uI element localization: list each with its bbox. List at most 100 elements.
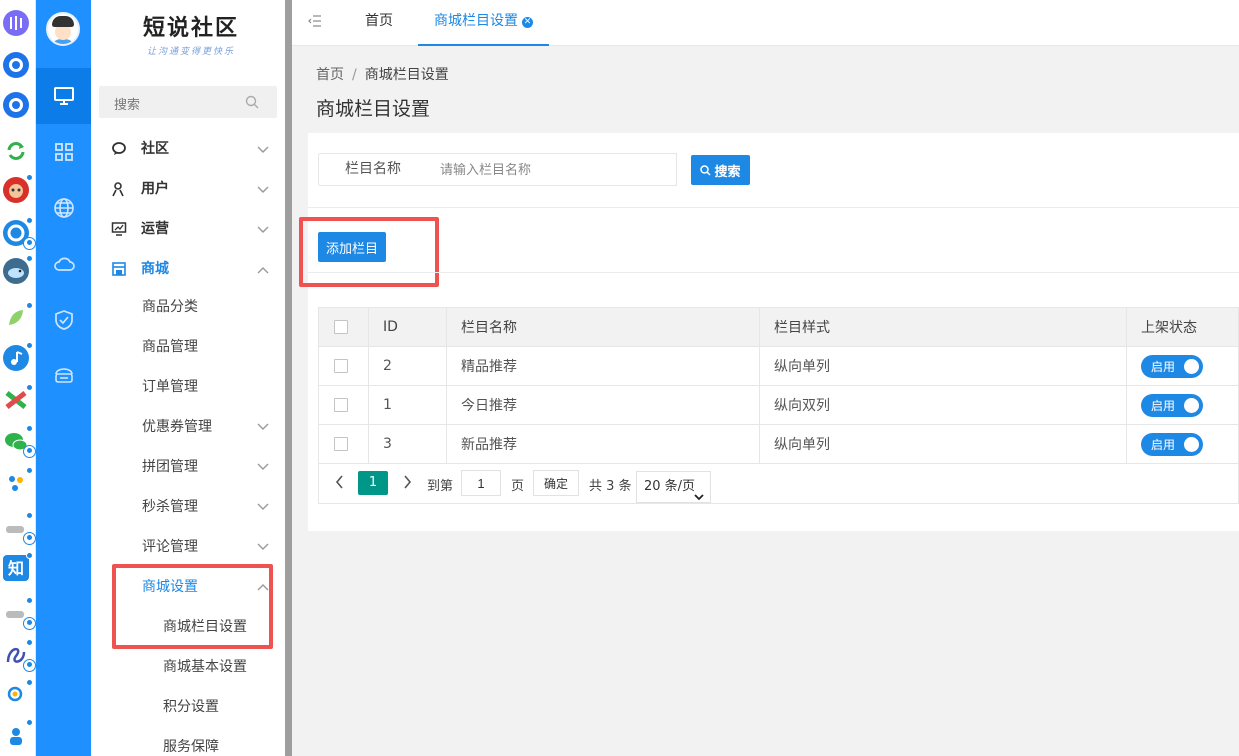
sidebar-subitem-label: 秒杀管理 bbox=[142, 499, 198, 515]
sidebar-item-label: 用户 bbox=[141, 181, 169, 197]
monkey-app-icon[interactable] bbox=[3, 174, 33, 203]
column-name-input[interactable] bbox=[427, 153, 677, 186]
wechat-app-icon[interactable] bbox=[3, 425, 36, 458]
ribbon-app-icon[interactable] bbox=[3, 639, 36, 672]
search-button[interactable]: 搜索 bbox=[691, 155, 750, 185]
chevron-down-icon bbox=[257, 539, 269, 555]
tools-app-icon[interactable] bbox=[3, 384, 33, 413]
sidebar-subitem-points-settings[interactable]: 积分设置 bbox=[91, 685, 285, 725]
sidebar-subitem-orders[interactable]: 订单管理 bbox=[91, 365, 285, 405]
header-status[interactable]: 上架状态 bbox=[1126, 307, 1239, 347]
header-style[interactable]: 栏目样式 bbox=[759, 307, 1127, 347]
sidebar-subitem-shop-basic-settings[interactable]: 商城基本设置 bbox=[91, 645, 285, 685]
cell-name: 精品推荐 bbox=[446, 346, 760, 386]
rail-cloud[interactable] bbox=[36, 236, 91, 292]
row-select-cell bbox=[318, 424, 369, 464]
car-app-icon[interactable] bbox=[3, 512, 36, 545]
app-dock: 知 bbox=[0, 0, 36, 756]
sidebar-subitem-group-buy[interactable]: 拼团管理 bbox=[91, 445, 285, 485]
rail-web[interactable] bbox=[36, 180, 91, 236]
sidebar-search[interactable]: 搜索 bbox=[99, 86, 277, 118]
collapse-menu-icon[interactable] bbox=[308, 15, 322, 31]
page-size-select[interactable]: 20 条/页 bbox=[636, 471, 711, 503]
toggle-knob bbox=[1184, 397, 1199, 413]
sidebar-subitem-label: 优惠券管理 bbox=[142, 419, 212, 435]
bird-app-icon[interactable] bbox=[3, 255, 33, 284]
row-checkbox[interactable] bbox=[334, 359, 348, 373]
sidebar-subitem-service-guarantee[interactable]: 服务保障 bbox=[91, 725, 285, 756]
leaf-app-icon[interactable] bbox=[3, 302, 33, 331]
chevron-down-icon bbox=[257, 182, 269, 198]
avatar[interactable] bbox=[46, 12, 80, 46]
breadcrumb-separator: / bbox=[352, 67, 357, 83]
equalizer-app-icon[interactable] bbox=[3, 10, 29, 36]
header-name[interactable]: 栏目名称 bbox=[446, 307, 760, 347]
rail-security[interactable] bbox=[36, 292, 91, 348]
tab-shop-column-settings[interactable]: 商城栏目设置 ✕ bbox=[418, 0, 549, 46]
sidebar-scrollbar[interactable] bbox=[285, 0, 292, 756]
sidebar-subitem-flash-sale[interactable]: 秒杀管理 bbox=[91, 485, 285, 525]
dots-app-icon[interactable] bbox=[3, 467, 33, 496]
toggle-knob bbox=[1184, 436, 1199, 452]
browser-app-icon[interactable] bbox=[3, 92, 29, 118]
sidebar-subitem-label: 积分设置 bbox=[163, 699, 219, 715]
select-all-checkbox[interactable] bbox=[334, 320, 348, 334]
sidebar-subitem-label: 评论管理 bbox=[142, 539, 198, 555]
search-icon bbox=[700, 164, 712, 176]
row-checkbox[interactable] bbox=[334, 437, 348, 451]
sidebar-item-label: 运营 bbox=[141, 221, 169, 237]
sidebar-item-community[interactable]: 社区 bbox=[91, 128, 285, 168]
status-toggle-label: 启用 bbox=[1151, 359, 1176, 374]
sidebar-search-placeholder: 搜索 bbox=[114, 98, 141, 113]
logo[interactable]: 短说社区 让沟通变得更快乐 bbox=[131, 10, 251, 57]
search-app-icon[interactable] bbox=[3, 679, 33, 708]
status-toggle[interactable]: 启用 bbox=[1141, 393, 1203, 417]
zhihu-app-icon[interactable]: 知 bbox=[3, 552, 33, 581]
cloud-icon bbox=[53, 257, 75, 271]
close-icon[interactable]: ✕ bbox=[522, 17, 533, 28]
content-card: 栏目名称 搜索 添加栏目 ID 栏目名称 栏目样式 上架状态 bbox=[299, 133, 1239, 531]
rail-apps[interactable] bbox=[36, 124, 91, 180]
monitor-icon bbox=[53, 87, 74, 105]
browser-app-icon[interactable] bbox=[3, 52, 29, 78]
tab-bar: 首页 商城栏目设置 ✕ bbox=[292, 0, 1239, 46]
current-page[interactable]: 1 bbox=[358, 471, 388, 495]
breadcrumb-home[interactable]: 首页 bbox=[316, 67, 344, 83]
header-id[interactable]: ID bbox=[368, 307, 447, 347]
cell-id: 1 bbox=[368, 385, 447, 425]
sidebar-subitem-coupons[interactable]: 优惠券管理 bbox=[91, 405, 285, 445]
cell-style: 纵向双列 bbox=[759, 385, 1127, 425]
status-toggle[interactable]: 启用 bbox=[1141, 354, 1203, 378]
main-content: 首页 商城栏目设置 ✕ 首页 / 商城栏目设置 商城栏目设置 栏目名称 搜索 添加栏目… bbox=[292, 0, 1239, 756]
cell-name: 今日推荐 bbox=[446, 385, 760, 425]
cell-id: 2 bbox=[368, 346, 447, 386]
music-app-icon[interactable] bbox=[3, 342, 33, 371]
rail-database[interactable] bbox=[36, 348, 91, 404]
chevron-down-icon bbox=[257, 142, 269, 158]
sidebar-subitem-product-management[interactable]: 商品管理 bbox=[91, 325, 285, 365]
next-page-icon[interactable] bbox=[403, 475, 412, 493]
svg-text:知: 知 bbox=[8, 559, 24, 578]
sync-app-icon[interactable] bbox=[3, 138, 29, 164]
sidebar-item-operations[interactable]: 运营 bbox=[91, 208, 285, 248]
cloud-app-icon[interactable] bbox=[3, 217, 36, 250]
sidebar-subitem-product-category[interactable]: 商品分类 bbox=[91, 285, 285, 325]
goto-page-input[interactable] bbox=[461, 470, 501, 496]
rail-dashboard[interactable] bbox=[36, 68, 91, 124]
row-checkbox[interactable] bbox=[334, 398, 348, 412]
sidebar-subitem-label: 订单管理 bbox=[142, 379, 198, 395]
shield-icon bbox=[54, 310, 73, 330]
tab-home[interactable]: 首页 bbox=[365, 0, 393, 46]
search-icon[interactable] bbox=[245, 95, 259, 113]
sidebar-item-users[interactable]: 用户 bbox=[91, 168, 285, 208]
person-app-icon[interactable] bbox=[3, 719, 33, 748]
divider bbox=[308, 207, 1239, 208]
sidebar-item-shop[interactable]: 商城 bbox=[91, 248, 285, 288]
sidebar-subitem-reviews[interactable]: 评论管理 bbox=[91, 525, 285, 565]
pagination: 1 到第 页 确定 共 3 条 20 条/页 bbox=[318, 463, 1239, 504]
status-toggle[interactable]: 启用 bbox=[1141, 432, 1203, 456]
goto-confirm-button[interactable]: 确定 bbox=[533, 470, 579, 496]
status-toggle-label: 启用 bbox=[1151, 398, 1176, 413]
prev-page-icon[interactable] bbox=[335, 475, 344, 493]
car-app-icon[interactable] bbox=[3, 597, 36, 630]
